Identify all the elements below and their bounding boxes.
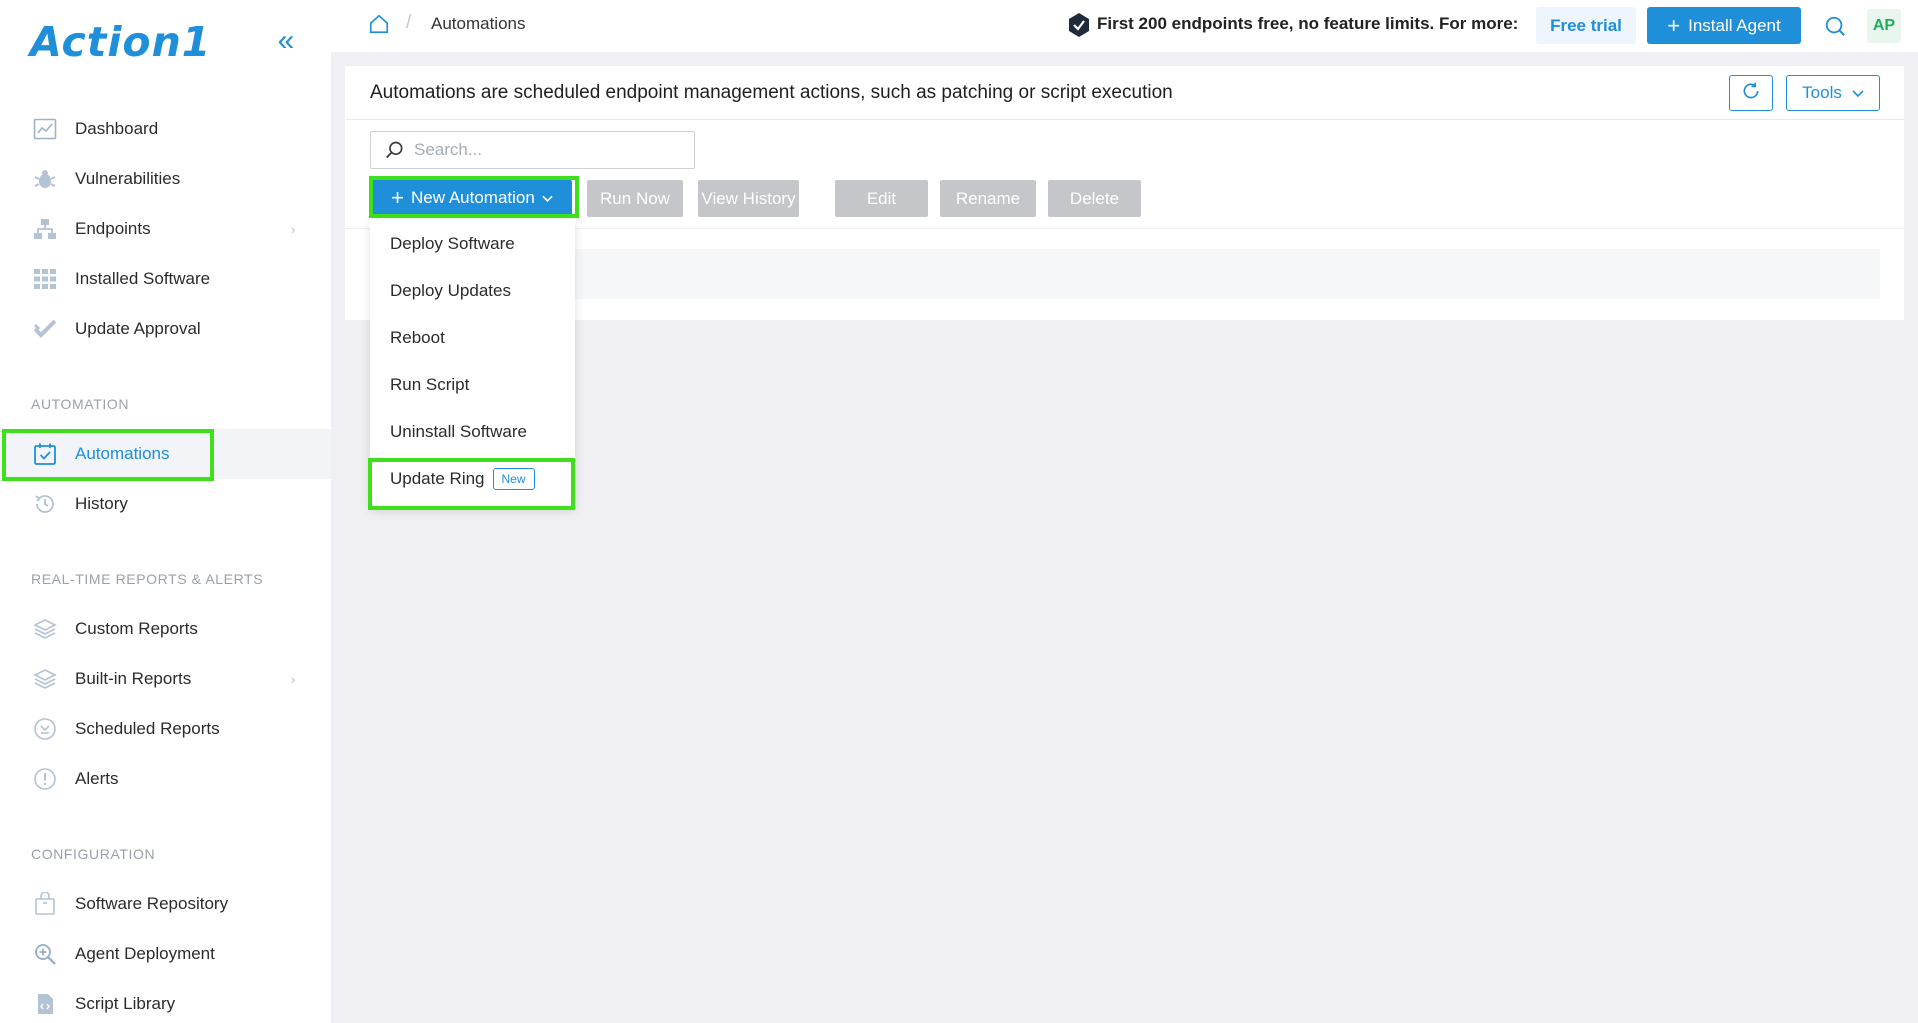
menu-item-deploy-updates[interactable]: Deploy Updates <box>370 267 575 314</box>
sidebar-item-scheduled-reports[interactable]: Scheduled Reports <box>0 704 331 754</box>
sidebar-item-label: Agent Deployment <box>75 944 215 963</box>
tools-label: Tools <box>1802 83 1842 102</box>
menu-item-run-script[interactable]: Run Script <box>370 361 575 408</box>
refresh-button[interactable] <box>1729 75 1773 111</box>
search-icon[interactable] <box>1824 15 1846 37</box>
sidebar-item-label: Alerts <box>75 769 119 788</box>
menu-item-update-ring[interactable]: Update Ring New <box>370 455 575 502</box>
menu-item-deploy-software[interactable]: Deploy Software <box>370 220 575 267</box>
chevron-right-icon: › <box>291 221 296 237</box>
sidebar-item-label: Installed Software <box>75 269 211 288</box>
free-trial-button[interactable]: Free trial <box>1536 7 1636 44</box>
top-bar: / Automations First 200 endpoints free, … <box>331 0 1918 52</box>
avatar[interactable]: AP <box>1867 9 1901 43</box>
sidebar-item-label: Automations <box>75 444 170 463</box>
verified-badge-icon <box>1067 12 1091 38</box>
sidebar-item-software-repository[interactable]: Software Repository <box>0 879 331 929</box>
sidebar-item-label: Built-in Reports <box>75 669 192 688</box>
sidebar-item-endpoints[interactable]: Endpoints › <box>0 204 331 254</box>
home-icon[interactable] <box>368 13 392 37</box>
rename-button[interactable]: Rename <box>940 180 1036 217</box>
new-automation-menu: Deploy Software Deploy Updates Reboot Ru… <box>370 220 575 508</box>
plus-icon: + <box>1667 12 1681 38</box>
sidebar-item-vulnerabilities[interactable]: Vulnerabilities <box>0 154 331 204</box>
panel-header: Automations are scheduled endpoint manag… <box>345 66 1904 120</box>
menu-item-uninstall-software[interactable]: Uninstall Software <box>370 408 575 455</box>
double-chevron-left-icon[interactable]: « <box>270 26 302 58</box>
sidebar-item-alerts[interactable]: Alerts <box>0 754 331 804</box>
run-now-button[interactable]: Run Now <box>587 180 683 217</box>
chevron-down-icon <box>542 188 553 208</box>
sidebar-item-label: Vulnerabilities <box>75 169 181 188</box>
search-input[interactable] <box>414 138 684 162</box>
calendar-check-icon <box>32 441 58 467</box>
sidebar-item-label: Custom Reports <box>75 619 198 638</box>
sidebar-item-installed-software[interactable]: Installed Software <box>0 254 331 304</box>
network-icon <box>32 216 58 242</box>
plus-icon: + <box>391 185 405 210</box>
page-title: Automations are scheduled endpoint manag… <box>370 82 1173 103</box>
sidebar-item-automations[interactable]: Automations <box>0 429 331 479</box>
new-automation-button[interactable]: + New Automation <box>372 180 572 216</box>
sidebar-item-label: Dashboard <box>75 119 159 138</box>
package-icon <box>32 891 58 917</box>
action1-logo[interactable]: Action1 <box>30 18 211 68</box>
refresh-icon <box>1741 81 1761 106</box>
new-badge: New <box>492 467 535 490</box>
edit-button[interactable]: Edit <box>835 180 928 217</box>
menu-item-reboot[interactable]: Reboot <box>370 314 575 361</box>
section-title-automation: AUTOMATION <box>31 396 130 412</box>
promo-text: First 200 endpoints free, no feature lim… <box>1097 14 1519 33</box>
sidebar-item-agent-deployment[interactable]: Agent Deployment <box>0 929 331 979</box>
script-icon <box>32 991 58 1017</box>
search-field[interactable] <box>370 131 695 169</box>
sidebar-item-dashboard[interactable]: Dashboard <box>0 104 331 154</box>
alert-icon <box>32 766 58 792</box>
layers-icon <box>32 616 58 642</box>
check-icon <box>32 316 58 342</box>
sidebar-item-custom-reports[interactable]: Custom Reports <box>0 604 331 654</box>
table-empty-row <box>545 249 1880 299</box>
new-automation-label: New Automation <box>411 188 535 207</box>
search-plus-icon <box>32 941 58 967</box>
section-title-reports: REAL-TIME REPORTS & ALERTS <box>31 571 264 587</box>
section-title-configuration: CONFIGURATION <box>31 846 156 862</box>
sidebar-item-label: Software Repository <box>75 894 229 913</box>
sidebar-item-label: Endpoints <box>75 219 151 238</box>
delete-button[interactable]: Delete <box>1048 180 1141 217</box>
sidebar-item-label: Scheduled Reports <box>75 719 220 738</box>
menu-item-label: Update Ring <box>390 468 485 488</box>
sidebar-item-history[interactable]: History <box>0 479 331 529</box>
sidebar-item-update-approval[interactable]: Update Approval <box>0 304 331 354</box>
bug-icon <box>32 166 58 192</box>
chevron-down-icon <box>1852 83 1864 103</box>
breadcrumb: Automations <box>431 14 526 33</box>
sidebar-item-label: Script Library <box>75 994 176 1013</box>
chevron-right-icon: › <box>291 671 296 687</box>
layers-icon <box>32 666 58 692</box>
install-agent-button[interactable]: + Install Agent <box>1647 7 1801 44</box>
history-icon <box>32 491 58 517</box>
tools-dropdown[interactable]: Tools <box>1786 75 1880 111</box>
sidebar-item-label: Update Approval <box>75 319 201 338</box>
sidebar: Action1 « Dashboard Vulnerabilities Endp… <box>0 0 331 1023</box>
sidebar-item-label: History <box>75 494 128 513</box>
clock-icon <box>32 716 58 742</box>
automations-panel: Automations are scheduled endpoint manag… <box>345 66 1904 320</box>
sidebar-item-built-in-reports[interactable]: Built-in Reports › <box>0 654 331 704</box>
breadcrumb-separator: / <box>406 12 412 33</box>
view-history-button[interactable]: View History <box>698 180 799 217</box>
search-icon <box>385 140 405 160</box>
dashboard-icon <box>32 116 58 142</box>
grid-icon <box>32 266 58 292</box>
sidebar-item-script-library[interactable]: Script Library <box>0 979 331 1023</box>
divider <box>345 228 1904 229</box>
install-agent-label: Install Agent <box>1688 15 1781 35</box>
